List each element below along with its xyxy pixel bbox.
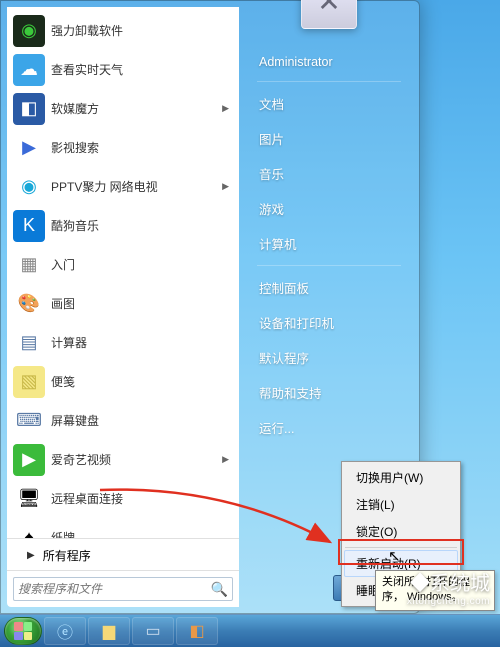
program-item[interactable]: ▧ 便笺 (7, 362, 239, 401)
ctx-item[interactable]: 注销(L) (344, 491, 458, 518)
program-icon: ▤ (13, 327, 45, 359)
program-label: 画图 (51, 295, 75, 312)
ctx-item[interactable]: 锁定(O) (344, 518, 458, 545)
all-programs[interactable]: ▶ 所有程序 (7, 538, 239, 570)
program-icon: ◉ (13, 171, 45, 203)
right-panel-item[interactable]: 文档 (239, 86, 419, 121)
program-label: 计算器 (51, 334, 87, 351)
program-icon: 🎨 (13, 288, 45, 320)
program-label: 便笺 (51, 373, 75, 390)
program-label: 软媒魔方 (51, 100, 99, 117)
program-item[interactable]: ▶ 影视搜索 (7, 128, 239, 167)
program-item[interactable]: ☁ 查看实时天气 (7, 50, 239, 89)
triangle-right-icon: ▶ (27, 550, 35, 561)
program-icon: ▧ (13, 366, 45, 398)
program-label: 查看实时天气 (51, 61, 123, 78)
search-icon[interactable]: 🔍 (211, 581, 228, 598)
taskbar-app1[interactable]: ▭ (132, 617, 174, 645)
right-panel-item[interactable]: 游戏 (239, 191, 419, 226)
ctx-item[interactable]: 切换用户(W) (344, 464, 458, 491)
program-label: 远程桌面连接 (51, 490, 123, 507)
program-item[interactable]: K 酷狗音乐 (7, 206, 239, 245)
submenu-arrow-icon: ▶ (222, 454, 229, 465)
program-list: ◉ 强力卸载软件 ☁ 查看实时天气 ◧ 软媒魔方 ▶ ▶ 影视搜索 ◉ PPTV聚力 网络电视 ▶ K酷… (7, 7, 239, 538)
user-name[interactable]: Administrator (239, 47, 419, 77)
program-icon: ☁ (13, 54, 45, 86)
windows-logo-icon (14, 622, 32, 640)
program-icon: K (13, 210, 45, 242)
right-panel-item[interactable]: 图片 (239, 121, 419, 156)
program-item[interactable]: ◧ 软媒魔方 ▶ (7, 89, 239, 128)
search-input[interactable] (18, 582, 211, 596)
right-panel-item[interactable]: 控制面板 (239, 270, 419, 305)
program-icon: ▦ (13, 249, 45, 281)
user-avatar[interactable]: ✕ (301, 0, 357, 29)
program-icon: 🖥 (13, 483, 45, 515)
program-label: 酷狗音乐 (51, 217, 99, 234)
watermark: ◆系统城 xitongcheng.com (407, 567, 490, 607)
right-panel-item[interactable]: 计算机 (239, 226, 419, 261)
program-icon: ♠ (13, 522, 45, 539)
program-icon: ◧ (13, 93, 45, 125)
taskbar: ⓔ ▆ ▭ ◧ (0, 614, 500, 647)
right-panel-item[interactable]: 音乐 (239, 156, 419, 191)
right-panel-item[interactable]: 设备和打印机 (239, 305, 419, 340)
program-item[interactable]: 🎨 画图 (7, 284, 239, 323)
program-item[interactable]: ♠ 纸牌 (7, 518, 239, 538)
submenu-arrow-icon: ▶ (222, 181, 229, 192)
taskbar-ie[interactable]: ⓔ (44, 617, 86, 645)
start-button[interactable] (4, 617, 42, 645)
program-label: 入门 (51, 256, 75, 273)
program-icon: ◉ (13, 15, 45, 47)
search-row: 🔍 (7, 570, 239, 607)
program-label: PPTV聚力 网络电视 (51, 178, 158, 195)
program-icon: ▶ (13, 132, 45, 164)
taskbar-explorer[interactable]: ▆ (88, 617, 130, 645)
program-icon: ⌨ (13, 405, 45, 437)
program-item[interactable]: ▶ 爱奇艺视频 ▶ (7, 440, 239, 479)
program-label: 强力卸载软件 (51, 22, 123, 39)
program-item[interactable]: 🖥 远程桌面连接 (7, 479, 239, 518)
program-label: 屏幕键盘 (51, 412, 99, 429)
right-panel-item[interactable]: 帮助和支持 (239, 375, 419, 410)
start-menu-left: ◉ 强力卸载软件 ☁ 查看实时天气 ◧ 软媒魔方 ▶ ▶ 影视搜索 ◉ PPTV聚力 网络电视 ▶ K酷… (7, 7, 239, 607)
program-item[interactable]: ◉ PPTV聚力 网络电视 ▶ (7, 167, 239, 206)
program-label: 纸牌 (51, 529, 75, 538)
all-programs-label: 所有程序 (43, 547, 91, 564)
program-item[interactable]: ▦ 入门 (7, 245, 239, 284)
taskbar-app2[interactable]: ◧ (176, 617, 218, 645)
program-item[interactable]: ◉ 强力卸载软件 (7, 11, 239, 50)
program-label: 影视搜索 (51, 139, 99, 156)
search-box[interactable]: 🔍 (13, 577, 233, 601)
program-icon: ▶ (13, 444, 45, 476)
submenu-arrow-icon: ▶ (222, 103, 229, 114)
program-label: 爱奇艺视频 (51, 451, 111, 468)
right-panel-item[interactable]: 运行... (239, 410, 419, 445)
program-item[interactable]: ⌨ 屏幕键盘 (7, 401, 239, 440)
right-panel-item[interactable]: 默认程序 (239, 340, 419, 375)
program-item[interactable]: ▤ 计算器 (7, 323, 239, 362)
